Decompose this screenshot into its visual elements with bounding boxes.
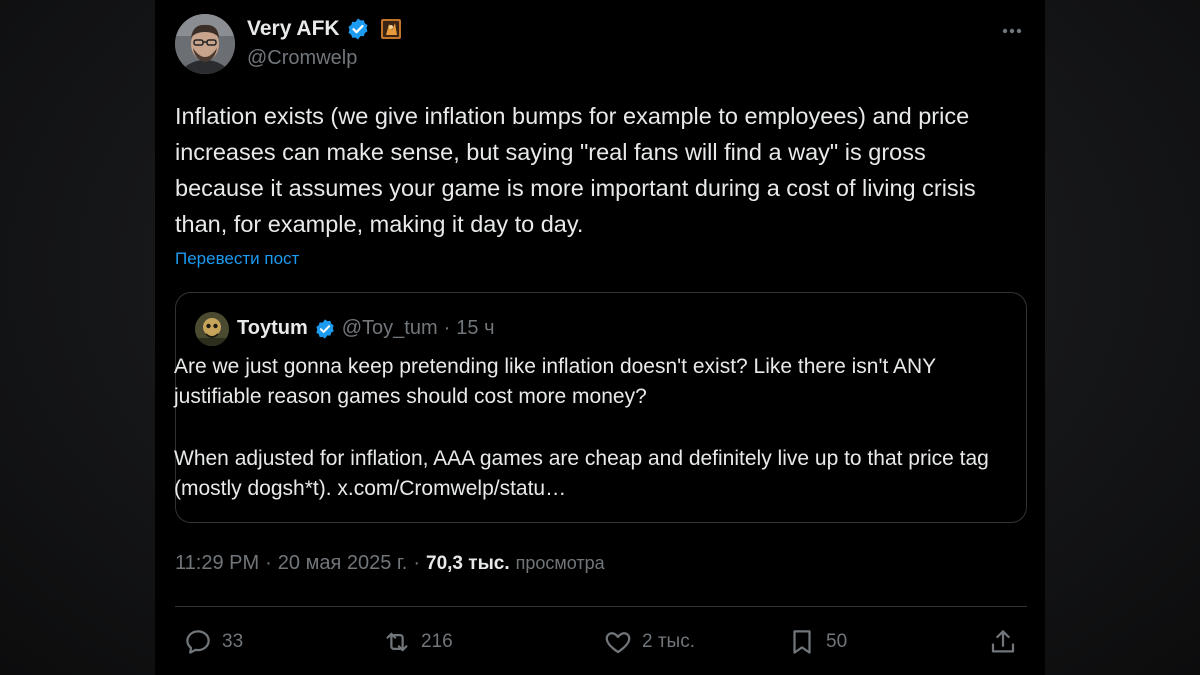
quote-separator: · [443,317,451,339]
divider [175,606,1027,607]
tweet-time[interactable]: 11:29 PM [175,552,259,575]
repost-button[interactable]: 216 [382,624,453,660]
person-avatar-image [175,14,235,74]
bookmark-button[interactable]: 50 [787,624,847,660]
quote-timestamp[interactable]: 15 ч [456,317,494,340]
quote-display-name[interactable]: Toytum [237,317,308,340]
views-label: просмотра [515,553,605,573]
quote-author-avatar[interactable] [195,312,229,346]
author-display-name[interactable]: Very AFK [247,17,340,41]
reply-button[interactable]: 33 [183,624,243,660]
author-handle[interactable]: @Cromwelp [247,47,357,70]
share-icon [991,630,1015,653]
quote-text-paragraph-2: When adjusted for inflation, AAA games a… [174,447,989,500]
verified-badge-icon[interactable] [346,17,370,41]
more-options-icon[interactable] [999,18,1025,44]
meta-separator: · [265,552,272,574]
heart-icon [605,632,631,654]
translate-post-link[interactable]: Перевести пост [175,249,299,269]
tweet-date[interactable]: 20 мая 2025 г. [278,552,408,575]
share-button[interactable] [988,624,1018,660]
repost-count: 216 [421,631,453,652]
tweet-card: Very AFK @Cromwelp Inflation exists (we … [155,0,1045,675]
meta-separator: · [413,552,420,574]
bookmark-count: 50 [826,631,848,652]
views-count: 70,3 тыс. [426,553,510,574]
affiliate-label-icon[interactable] [380,18,402,40]
repost-icon [386,632,408,652]
reply-icon [186,630,210,654]
quote-handle: @Toy_tum [341,317,438,339]
quote-header: Toytum @Toy_tum · 15 ч [237,317,495,340]
action-bar: 33 216 2 тыс. 50 [175,624,1027,660]
author-avatar[interactable] [175,14,235,74]
like-button[interactable]: 2 тыс. [603,624,695,660]
tweet-text: Inflation exists (we give inflation bump… [175,103,976,237]
quote-verified-badge-icon [314,318,336,340]
quote-avatar-image [195,312,229,346]
author-name-row: Very AFK [247,16,402,42]
quote-text-paragraph-1: Are we just gonna keep pretending like i… [174,355,936,408]
reply-count: 33 [222,631,244,652]
tweet-meta: 11:29 PM · 20 мая 2025 г. · 70,3 тыс. пр… [175,552,605,575]
like-count: 2 тыс. [642,631,695,652]
bookmark-icon [793,630,811,654]
